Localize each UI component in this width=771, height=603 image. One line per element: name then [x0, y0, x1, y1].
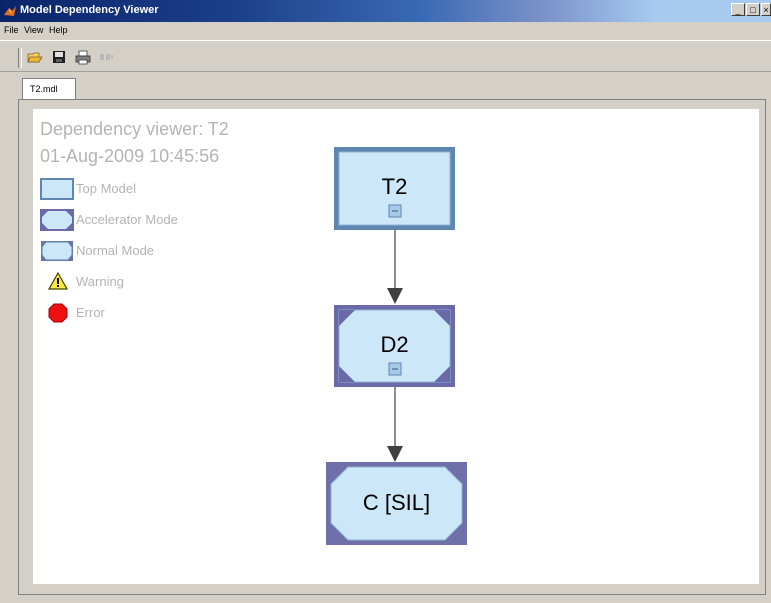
arrowhead-icon: [387, 288, 403, 304]
arrowhead-icon: [387, 446, 403, 462]
node-label-t2: T2: [381, 174, 408, 199]
node-label-d2: D2: [380, 332, 409, 357]
node-label-c: C [SIL]: [362, 490, 431, 515]
